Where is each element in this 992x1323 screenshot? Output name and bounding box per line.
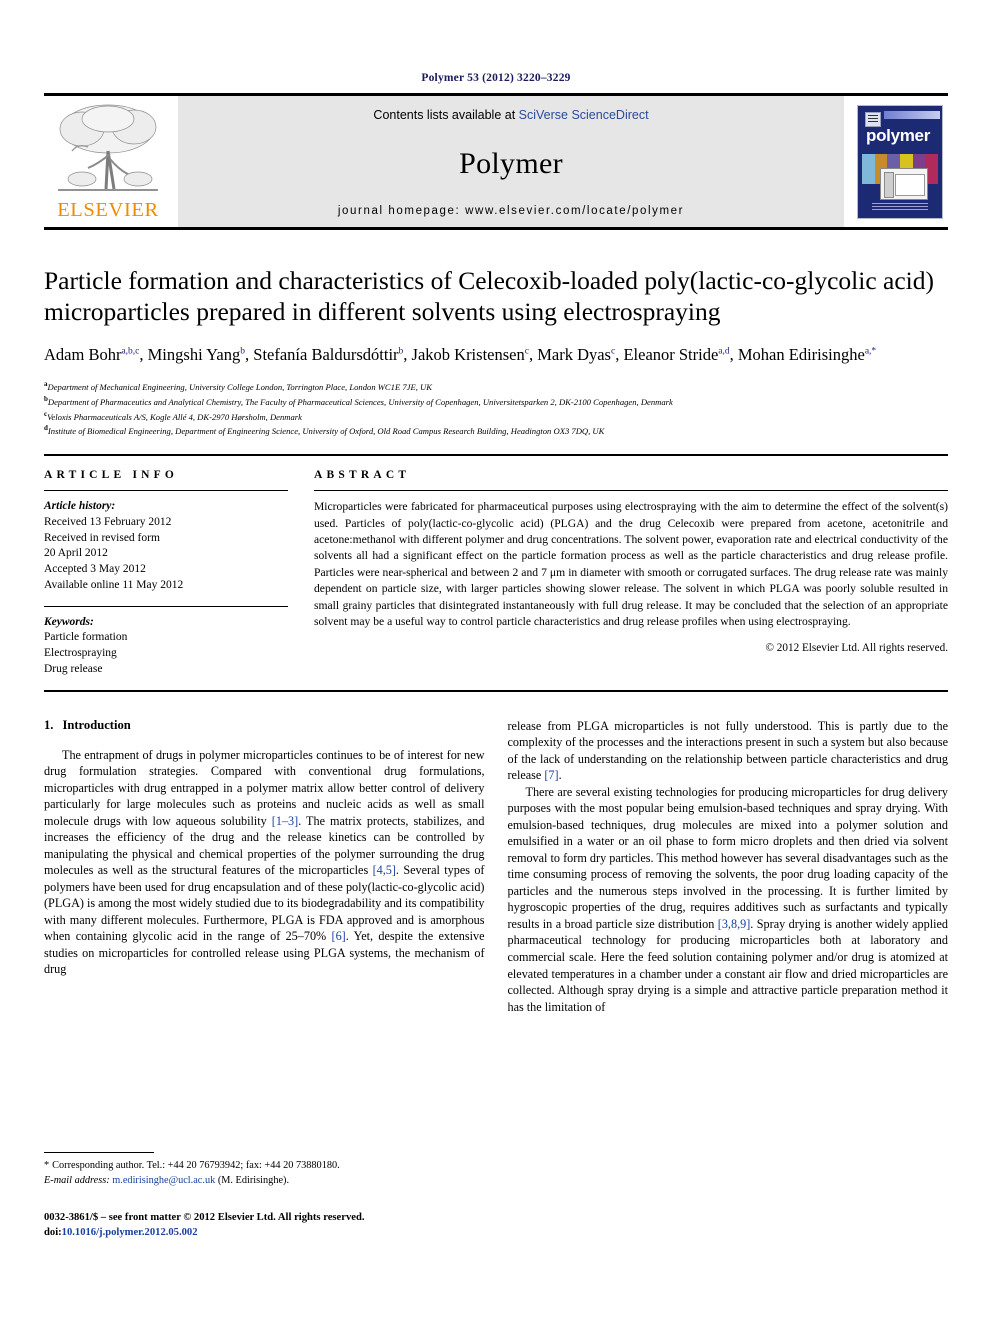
keywords-divider [44, 605, 288, 607]
author-name[interactable]: Mohan Edirisinghe [738, 345, 865, 364]
footnote-star: * [44, 1160, 50, 1171]
imprint-block: 0032-3861/$ – see front matter © 2012 El… [44, 1210, 364, 1241]
abstract-divider [314, 490, 948, 492]
citation-ref[interactable]: [7] [544, 768, 558, 782]
author-list: Adam Bohra,b,c, Mingshi Yangb, Stefanía … [44, 345, 877, 365]
body-columns: 1. Introduction The entrapment of drugs i… [44, 718, 948, 1016]
author-affiliation-marker: c [610, 346, 616, 357]
doi-link[interactable]: 10.1016/j.polymer.2012.05.002 [62, 1227, 198, 1238]
article-info-column: ARTICLE INFO Article history: Received 1… [44, 469, 314, 678]
affiliation-item: cVeloxis Pharmaceuticals A/S, Kogle Allé… [44, 409, 948, 424]
author-name[interactable]: Mingshi Yang [148, 345, 241, 364]
affiliation-item: aDepartment of Mechanical Engineering, U… [44, 379, 948, 394]
email-label: E-mail address: [44, 1174, 110, 1186]
author-affiliation-marker: c [524, 346, 529, 357]
intro-right-text-c: There are several existing technologies … [507, 784, 949, 931]
journal-band: Contents lists available at SciVerse Sci… [178, 96, 844, 227]
history-item: Received 13 February 2012 [44, 515, 172, 528]
doi-line: doi:10.1016/j.polymer.2012.05.002 [44, 1225, 364, 1240]
article-history: Article history: Received 13 February 20… [44, 499, 288, 594]
cover-image: polymer [857, 104, 943, 219]
journal-homepage-link[interactable]: journal homepage: www.elsevier.com/locat… [338, 205, 684, 217]
keyword-item: Particle formation [44, 631, 128, 644]
email-link[interactable]: m.edirisinghe@ucl.ac.uk [112, 1175, 215, 1186]
article-history-label: Article history: [44, 500, 116, 513]
history-item: Accepted 3 May 2012 [44, 563, 146, 576]
section-title: Introduction [62, 717, 131, 732]
abstract-copyright: © 2012 Elsevier Ltd. All rights reserved… [765, 641, 949, 654]
article-page: Polymer 53 (2012) 3220–3229 ELSEVIER Con… [0, 0, 992, 1323]
email-note: E-mail address: m.edirisinghe@ucl.ac.uk … [44, 1174, 494, 1189]
cover-footer-text [872, 202, 928, 212]
author-affiliation-marker: a,* [864, 346, 877, 357]
article-title: Particle formation and characteristics o… [44, 266, 934, 327]
sciencedirect-link[interactable]: SciVerse ScienceDirect [519, 108, 649, 122]
article-info-heading: ARTICLE INFO [44, 469, 179, 482]
doi-label: doi: [44, 1227, 62, 1239]
history-item: Received in revised form [44, 531, 160, 544]
elsevier-logo: ELSEVIER [44, 96, 172, 227]
abstract-heading: ABSTRACT [314, 469, 411, 482]
cover-journal-title: polymer [866, 125, 931, 145]
affiliation-item: dInstitute of Biomedical Engineering, De… [44, 423, 948, 438]
intro-right-text-a: release from PLGA microparticles is not … [507, 718, 949, 783]
article-info-abstract-block: ARTICLE INFO Article history: Received 1… [44, 454, 948, 692]
elsevier-wordmark: ELSEVIER [57, 199, 159, 221]
intro-paragraph-left: The entrapment of drugs in polymer micro… [44, 747, 485, 978]
journal-cover-thumbnail[interactable]: polymer [852, 96, 948, 227]
affiliation-text: Institute of Biomedical Engineering, Dep… [47, 426, 605, 437]
keyword-list: Keywords: Particle formation Electrospra… [44, 615, 288, 678]
keyword-item: Electrospraying [44, 647, 117, 660]
history-item: Available online 11 May 2012 [44, 578, 184, 591]
keywords-label: Keywords: [44, 615, 94, 628]
contents-prefix: Contents lists available at [373, 108, 519, 122]
abstract-text: Microparticles were fabricated for pharm… [314, 500, 948, 629]
affiliation-text: Veloxis Pharmaceuticals A/S, Kogle Allé … [47, 411, 302, 422]
author-name[interactable]: Jakob Kristensen [412, 345, 525, 364]
author-affiliation-marker: b [240, 346, 246, 357]
running-head: Polymer 53 (2012) 3220–3229 [421, 72, 571, 84]
author-name[interactable]: Adam Bohr [44, 345, 121, 364]
body-column-right: release from PLGA microparticles is not … [508, 718, 949, 1016]
history-item: 20 April 2012 [44, 547, 108, 560]
article-info-divider [44, 490, 288, 492]
author-name[interactable]: Eleanor Stride [623, 345, 718, 364]
affiliation-item: bDepartment of Pharmaceutics and Analyti… [44, 394, 948, 409]
author-name[interactable]: Mark Dyas [537, 345, 611, 364]
corresponding-author-text: Corresponding author. Tel.: +44 20 76793… [52, 1160, 340, 1171]
section-number: 1. [44, 717, 54, 732]
author-name[interactable]: Stefanía Baldursdóttir [253, 345, 398, 364]
journal-masthead: ELSEVIER Contents lists available at Sci… [44, 93, 948, 230]
journal-title: Polymer [459, 146, 563, 180]
cover-gradient-bar [884, 110, 940, 119]
contents-available-line: Contents lists available at SciVerse Sci… [373, 108, 648, 122]
footnote-rule [44, 1152, 154, 1153]
cover-figure-inset [880, 167, 928, 200]
body-column-left: 1. Introduction The entrapment of drugs i… [44, 718, 485, 1016]
affiliation-list: aDepartment of Mechanical Engineering, U… [44, 379, 948, 438]
citation-ref[interactable]: [3,8,9] [718, 917, 751, 931]
intro-paragraph-right-1: release from PLGA microparticles is not … [508, 718, 949, 784]
footnote-block: * Corresponding author. Tel.: +44 20 7679… [44, 1152, 494, 1189]
affiliation-text: Department of Pharmaceutics and Analytic… [47, 396, 673, 407]
email-owner: (M. Edirisinghe). [217, 1174, 290, 1186]
cover-publisher-badge-icon [865, 111, 881, 127]
elsevier-tree-icon [58, 104, 158, 191]
corresponding-author-note: * Corresponding author. Tel.: +44 20 7679… [44, 1159, 494, 1174]
intro-right-text-b: . [558, 768, 562, 783]
author-affiliation-marker: b [398, 346, 404, 357]
keyword-item: Drug release [44, 662, 103, 675]
citation-ref[interactable]: [6] [332, 929, 346, 943]
section-heading-introduction: 1. Introduction [44, 718, 485, 733]
author-affiliation-marker: a,d [718, 346, 730, 357]
intro-paragraph-right-2: There are several existing technologies … [508, 784, 949, 1015]
intro-right-text-d: . Spray drying is another widely applied… [507, 916, 949, 1014]
affiliation-text: Department of Mechanical Engineering, Un… [47, 381, 432, 392]
citation-ref[interactable]: [1–3] [272, 814, 298, 828]
author-affiliation-marker: a,b,c [121, 346, 140, 357]
citation-ref[interactable]: [4,5] [373, 863, 396, 877]
issn-line: 0032-3861/$ – see front matter © 2012 El… [44, 1212, 365, 1223]
abstract-column: ABSTRACT Microparticles were fabricated … [314, 469, 948, 678]
